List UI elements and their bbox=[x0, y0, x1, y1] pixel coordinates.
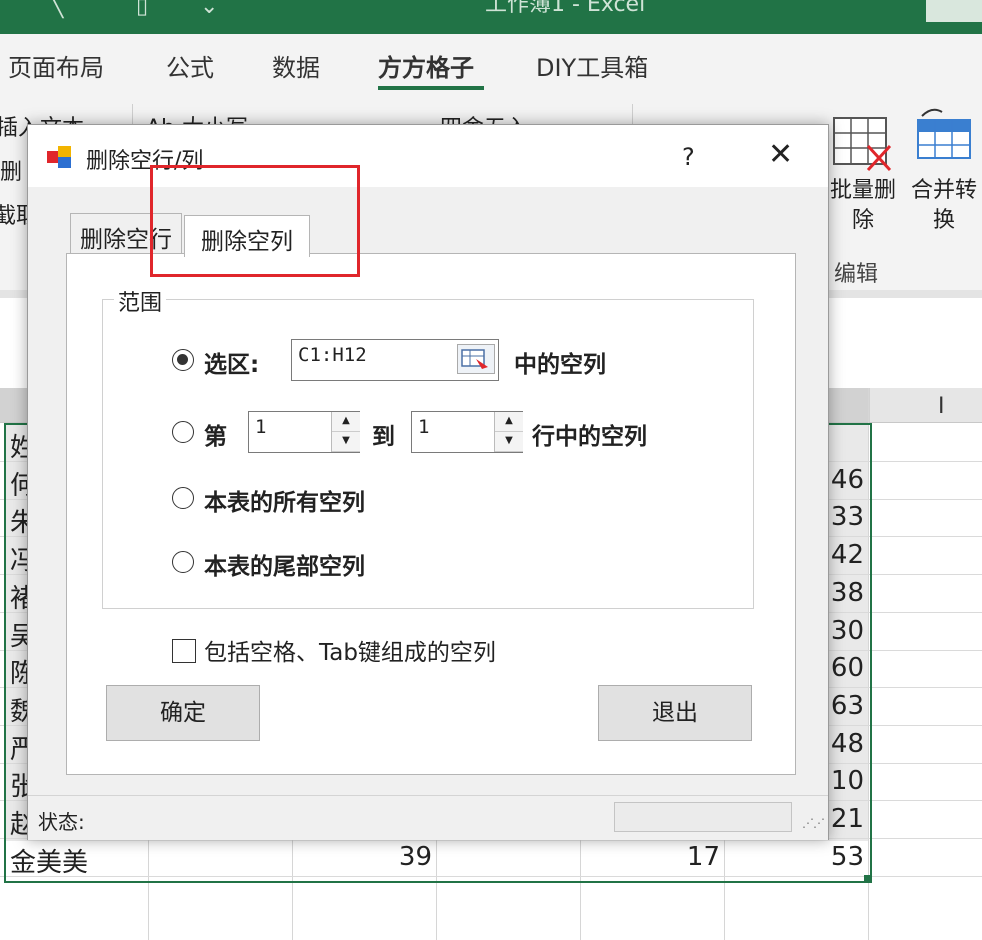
save-icon[interactable]: ▯ bbox=[136, 0, 148, 19]
window-control-button[interactable] bbox=[926, 0, 982, 22]
tab-formulas[interactable]: 公式 bbox=[166, 48, 214, 83]
active-tab-indicator bbox=[378, 86, 484, 90]
row-to-spin[interactable]: ▲ ▼ bbox=[494, 412, 523, 452]
range-picker-button[interactable] bbox=[457, 344, 495, 374]
row-from-value: 1 bbox=[255, 416, 267, 438]
merge-convert-icon[interactable] bbox=[912, 106, 974, 162]
close-icon[interactable]: ✕ bbox=[768, 137, 793, 172]
help-button[interactable]: ? bbox=[682, 143, 695, 171]
row-to-value: 1 bbox=[418, 416, 430, 438]
tab-diy-toolbox[interactable]: DIY工具箱 bbox=[536, 48, 648, 83]
spin-down-icon[interactable]: ▼ bbox=[332, 432, 360, 452]
range-picker-icon bbox=[461, 349, 488, 369]
highlight-annotation bbox=[150, 165, 360, 277]
radio-all-columns[interactable] bbox=[172, 487, 194, 509]
undo-icon[interactable]: ╲ bbox=[50, 0, 63, 19]
row-range-to: 到 bbox=[372, 424, 395, 450]
range-group-label: 范围 bbox=[114, 285, 167, 317]
spin-up-icon[interactable]: ▲ bbox=[332, 412, 360, 432]
tab-fangfang[interactable]: 方方格子 bbox=[378, 48, 474, 83]
tail-columns-label: 本表的尾部空列 bbox=[204, 554, 365, 580]
tab-page-layout[interactable]: 页面布局 bbox=[8, 48, 104, 83]
group-label-edit: 编辑 bbox=[834, 262, 879, 287]
include-whitespace-checkbox[interactable] bbox=[172, 639, 196, 663]
radio-tail-columns[interactable] bbox=[172, 551, 194, 573]
tab-data[interactable]: 数据 bbox=[272, 48, 320, 83]
radio-selection[interactable] bbox=[172, 349, 194, 371]
selection-range-value: C1:H12 bbox=[298, 344, 367, 366]
row-range-prefix: 第 bbox=[204, 424, 227, 450]
include-whitespace-label: 包括空格、Tab键组成的空列 bbox=[204, 640, 496, 666]
dialog-status-bar: 状态: ⋰⋰ bbox=[28, 795, 828, 840]
delete-blank-dialog: 删除空行/列 ? ✕ 删除空行 删除空列 范围 选区: C1:H12 中的空列 … bbox=[27, 124, 829, 840]
exit-button[interactable]: 退出 bbox=[598, 685, 752, 741]
status-progress bbox=[614, 802, 792, 832]
radio-row-range[interactable] bbox=[172, 421, 194, 443]
all-columns-label: 本表的所有空列 bbox=[204, 490, 365, 516]
radio-selection-label: 选区: bbox=[204, 352, 260, 378]
excel-title-bar: ╲ ▯ ⌄ 工作簿1 - Excel bbox=[0, 0, 982, 34]
ribbon-merge-convert[interactable]: 合并转换 bbox=[906, 176, 982, 236]
resize-grip-icon[interactable]: ⋰⋰ bbox=[802, 816, 825, 830]
selection-suffix: 中的空列 bbox=[514, 352, 606, 378]
row-range-suffix: 行中的空列 bbox=[532, 424, 647, 450]
ribbon-partial-1[interactable]: 删 bbox=[0, 154, 22, 186]
ok-button[interactable]: 确定 bbox=[106, 685, 260, 741]
batch-delete-icon[interactable] bbox=[832, 116, 892, 172]
ribbon-tabs: 页面布局 公式 数据 方方格子 DIY工具箱 bbox=[0, 34, 982, 96]
spin-down-icon[interactable]: ▼ bbox=[495, 432, 523, 452]
spin-up-icon[interactable]: ▲ bbox=[495, 412, 523, 432]
ribbon-batch-delete[interactable]: 批量删除 bbox=[828, 176, 898, 236]
window-title: 工作簿1 - Excel bbox=[485, 0, 646, 17]
column-header-letter[interactable]: I bbox=[938, 394, 945, 419]
app-icon bbox=[47, 146, 71, 168]
dialog-title-bar: 删除空行/列 ? ✕ bbox=[28, 125, 828, 187]
fill-handle[interactable] bbox=[864, 875, 872, 883]
row-from-spin[interactable]: ▲ ▼ bbox=[331, 412, 360, 452]
status-label: 状态: bbox=[38, 810, 85, 834]
chevron-down-icon[interactable]: ⌄ bbox=[200, 0, 218, 19]
